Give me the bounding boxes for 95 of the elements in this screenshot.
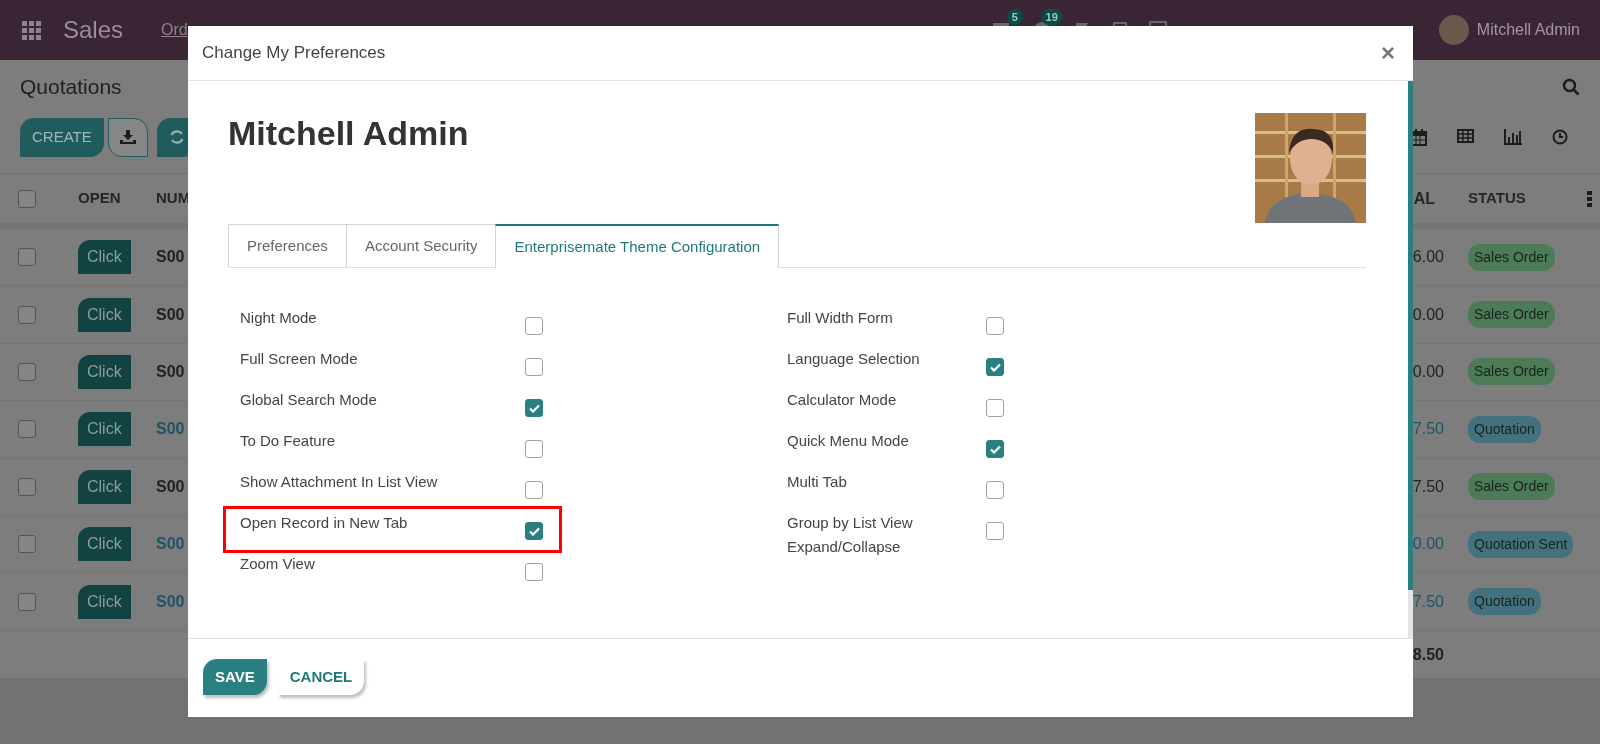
- open-button[interactable]: Click: [78, 297, 131, 332]
- table-icon[interactable]: [1457, 128, 1474, 143]
- setting-label: To Do Feature: [240, 431, 337, 451]
- search-icon[interactable]: [1562, 77, 1580, 96]
- checkbox[interactable]: [525, 440, 543, 458]
- checkbox[interactable]: [525, 563, 543, 581]
- calendar-icon[interactable]: [1411, 128, 1427, 146]
- amount: 7.50: [1412, 420, 1444, 438]
- clock-icon[interactable]: [1552, 128, 1568, 145]
- open-button[interactable]: Click: [78, 584, 131, 619]
- refresh-icon: [168, 129, 185, 145]
- cancel-button[interactable]: CANCEL: [277, 659, 365, 695]
- count-badge: 5: [1006, 9, 1023, 25]
- avatar[interactable]: [1438, 15, 1469, 45]
- check-icon: [528, 403, 540, 413]
- tab[interactable]: Enterprisemate Theme Configuration: [495, 224, 780, 268]
- setting-label: Show Attachment In List View: [240, 472, 439, 492]
- checkbox[interactable]: [986, 358, 1004, 376]
- column-header[interactable]: OPEN: [78, 189, 121, 207]
- status-tag: Quotation: [1468, 415, 1541, 443]
- more-options-icon[interactable]: [1587, 190, 1592, 207]
- bar-chart-icon[interactable]: [1504, 128, 1522, 145]
- amount: 0.00: [1412, 362, 1444, 380]
- status-tag: Quotation: [1468, 588, 1541, 616]
- column-header[interactable]: AL: [1413, 189, 1435, 207]
- open-button[interactable]: Click: [78, 469, 131, 504]
- user-menu[interactable]: Mitchell Admin: [1476, 18, 1580, 42]
- download-button[interactable]: [107, 117, 148, 157]
- checkbox[interactable]: [525, 317, 543, 335]
- check-icon: [528, 526, 540, 536]
- status-tag: Sales Order: [1468, 358, 1555, 386]
- open-button[interactable]: Click: [78, 354, 131, 389]
- setting-label: Group by List View Expand/Collapse: [787, 513, 914, 557]
- order-number: S00: [156, 362, 185, 380]
- checkbox[interactable]: [18, 535, 36, 554]
- checkbox[interactable]: [986, 317, 1004, 335]
- order-number: S00: [156, 535, 185, 553]
- order-number: S00: [156, 420, 185, 438]
- checkbox[interactable]: [18, 362, 36, 381]
- setting-label: Night Mode: [240, 308, 318, 328]
- checkbox[interactable]: [525, 522, 543, 540]
- status-tag: Sales Order: [1468, 243, 1555, 271]
- checkbox[interactable]: [18, 420, 36, 439]
- checkbox[interactable]: [986, 440, 1004, 458]
- order-number: S00: [156, 305, 185, 323]
- status-tag: Sales Order: [1468, 473, 1555, 501]
- checkbox[interactable]: [18, 189, 36, 208]
- checkbox[interactable]: [525, 399, 543, 417]
- user-name: Mitchell Admin: [228, 113, 469, 153]
- open-button[interactable]: Click: [78, 240, 131, 275]
- check-icon: [989, 362, 1001, 372]
- checkbox[interactable]: [18, 305, 36, 324]
- amount: 7.50: [1412, 477, 1444, 495]
- setting-label: Full Screen Mode: [240, 349, 359, 369]
- create-button[interactable]: CREATE: [20, 117, 104, 157]
- setting-label: Language Selection: [787, 349, 921, 369]
- checkbox[interactable]: [525, 481, 543, 499]
- setting-label: Calculator Mode: [787, 390, 898, 410]
- status-tag: Quotation Sent: [1468, 530, 1574, 558]
- order-number: S00: [156, 248, 185, 266]
- count-badge: 19: [1040, 9, 1063, 25]
- setting-label: Multi Tab: [787, 472, 848, 492]
- amount: 7.50: [1412, 592, 1444, 610]
- checkbox[interactable]: [986, 522, 1004, 540]
- tab[interactable]: Preferences: [228, 224, 347, 267]
- setting-label: Zoom View: [240, 554, 316, 574]
- open-button[interactable]: Click: [78, 412, 131, 447]
- setting-label: Full Width Form: [787, 308, 894, 328]
- dialog-title: Change My Preferences: [202, 42, 386, 65]
- save-button[interactable]: SAVE: [203, 659, 267, 695]
- apps-menu-icon[interactable]: [22, 20, 41, 40]
- app-title: Sales: [63, 15, 124, 45]
- download-icon: [119, 130, 136, 144]
- checkbox[interactable]: [525, 358, 543, 376]
- close-button[interactable]: ×: [1381, 41, 1395, 65]
- amount: 0.00: [1412, 535, 1444, 553]
- setting-label: Quick Menu Mode: [787, 431, 910, 451]
- setting-label: Global Search Mode: [240, 390, 378, 410]
- checkbox[interactable]: [18, 477, 36, 496]
- order-number: S00: [156, 592, 185, 610]
- checkbox[interactable]: [986, 399, 1004, 417]
- check-icon: [989, 444, 1001, 454]
- menu-item[interactable]: Ord: [161, 18, 188, 42]
- total-amount: 8.50: [1412, 645, 1444, 663]
- open-button[interactable]: Click: [78, 527, 131, 562]
- order-number: S00: [156, 477, 185, 495]
- checkbox[interactable]: [18, 248, 36, 267]
- amount: 6.00: [1412, 248, 1444, 266]
- page-title: Quotations: [20, 73, 122, 100]
- checkbox[interactable]: [986, 481, 1004, 499]
- checkbox[interactable]: [18, 592, 36, 611]
- amount: 0.00: [1412, 305, 1444, 323]
- setting-label: Open Record in New Tab: [240, 513, 409, 533]
- status-tag: Sales Order: [1468, 301, 1555, 329]
- column-header[interactable]: STATUS: [1468, 187, 1526, 210]
